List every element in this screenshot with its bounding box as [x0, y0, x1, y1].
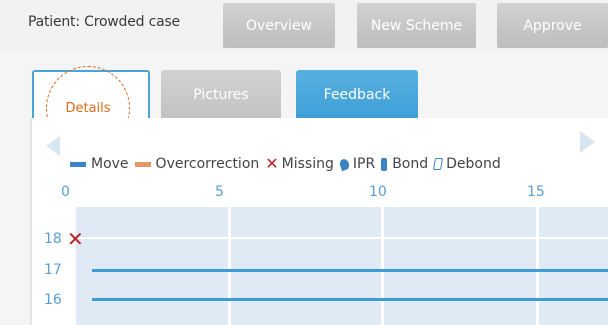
legend-debond-label: Debond: [446, 156, 501, 172]
grid-line: [536, 207, 539, 325]
move-swatch-icon: [70, 161, 86, 167]
legend-bond-label: Bond: [392, 156, 429, 172]
legend-debond: Debond: [433, 156, 501, 172]
tab-pictures[interactable]: Pictures: [161, 70, 281, 120]
x-tick-5: 5: [215, 184, 224, 200]
row-line-18: [76, 237, 608, 239]
new-scheme-button[interactable]: New Scheme: [357, 3, 476, 48]
x-tick-15: 15: [527, 184, 545, 200]
missing-x-icon: ✕: [265, 154, 279, 173]
chart-legend: Move Overcorrection ✕ Missing IPR Bond D…: [70, 156, 507, 172]
treatment-timeline-chart: [76, 207, 608, 325]
legend-missing-label: Missing: [281, 156, 334, 172]
bond-bracket-icon: [381, 157, 388, 171]
patient-label: Patient: Crowded case: [28, 14, 180, 30]
legend-move-label: Move: [91, 156, 129, 172]
tab-feedback[interactable]: Feedback: [296, 70, 418, 120]
overview-button[interactable]: Overview: [223, 3, 335, 48]
legend-overcorrection: Overcorrection: [134, 156, 260, 172]
legend-bond: Bond: [381, 156, 428, 172]
scroll-right-arrow-icon[interactable]: [580, 131, 595, 153]
row-label-17: 17: [44, 262, 62, 278]
missing-tooth-18-icon[interactable]: ✕: [67, 229, 84, 249]
row-label-16: 16: [44, 292, 62, 308]
grid-line: [381, 207, 384, 325]
grid-line: [228, 207, 231, 325]
overcorrection-swatch-icon: [134, 161, 151, 167]
ipr-drop-icon: [338, 157, 351, 171]
legend-missing: ✕ Missing: [265, 154, 334, 173]
legend-ipr: IPR: [338, 156, 376, 172]
x-tick-10: 10: [369, 184, 387, 200]
row-label-18: 18: [44, 231, 62, 247]
approve-button[interactable]: Approve: [497, 3, 608, 48]
legend-ipr-label: IPR: [352, 156, 376, 172]
scroll-left-arrow-icon[interactable]: [46, 136, 60, 156]
legend-overcorrection-label: Overcorrection: [155, 156, 260, 172]
debond-bracket-icon: [433, 158, 444, 170]
legend-move: Move: [70, 156, 129, 172]
move-bar-16[interactable]: [92, 298, 608, 301]
move-bar-17[interactable]: [92, 269, 608, 272]
top-toolbar: Patient: Crowded case Overview New Schem…: [0, 0, 608, 52]
x-tick-0: 0: [61, 184, 70, 200]
